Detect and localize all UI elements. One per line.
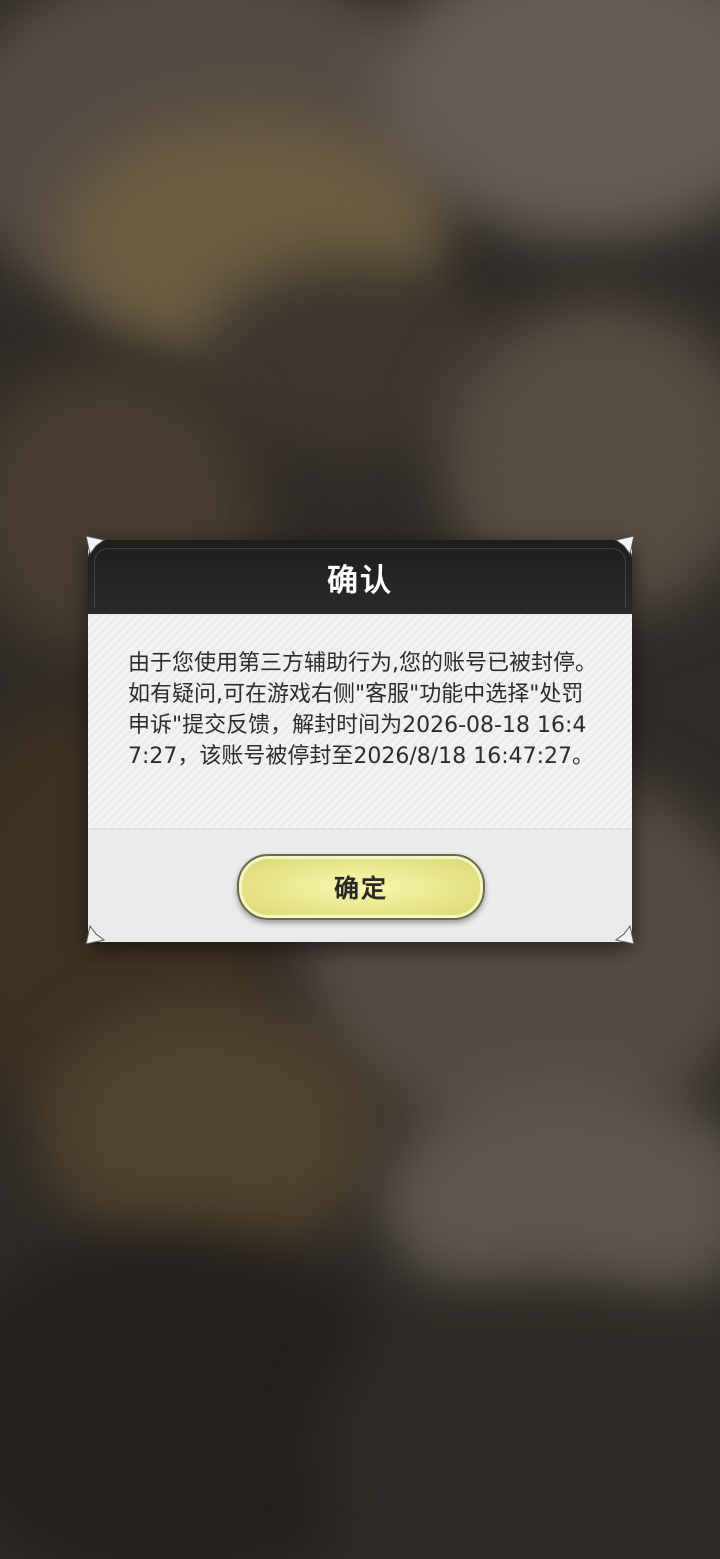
confirm-dialog: 确认 由于您使用第三方辅助行为,您的账号已被封停。如有疑问,可在游戏右侧"客服"… (85, 535, 635, 945)
corner-ornament-icon (84, 534, 106, 556)
dialog-title: 确认 (327, 562, 393, 599)
ban-message: 由于您使用第三方辅助行为,您的账号已被封停。如有疑问,可在游戏右侧"客服"功能中… (128, 651, 597, 769)
corner-ornament-icon (614, 924, 636, 946)
dialog-header: 确认 (88, 540, 632, 614)
confirm-button[interactable]: 确定 (237, 854, 485, 920)
corner-ornament-icon (84, 924, 106, 946)
corner-ornament-icon (614, 534, 636, 556)
dialog-divider (88, 828, 632, 830)
confirm-button-label: 确定 (333, 874, 388, 903)
